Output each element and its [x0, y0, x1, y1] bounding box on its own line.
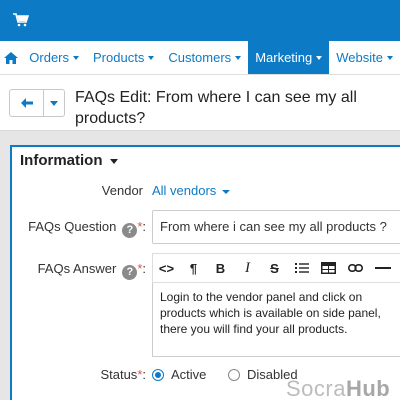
horizontal-rule-icon	[374, 267, 391, 269]
answer-label-text: FAQs Answer	[37, 261, 117, 276]
radio-unchecked-icon	[228, 368, 240, 381]
home-icon	[4, 51, 19, 64]
bullet-list-icon	[294, 263, 309, 273]
help-icon[interactable]: ?	[122, 223, 138, 238]
arrow-left-icon	[20, 98, 33, 108]
nav-home[interactable]	[0, 41, 22, 74]
vendor-value: All vendors	[152, 183, 217, 198]
paragraph-icon: ¶	[189, 260, 198, 276]
table-icon	[321, 262, 336, 274]
nav-website[interactable]: Website	[329, 41, 400, 74]
code-icon: <>	[158, 260, 175, 276]
italic-icon: I	[245, 259, 250, 276]
help-icon[interactable]: ?	[122, 265, 138, 280]
strikethrough-icon: S	[270, 260, 279, 276]
chevron-down-icon	[316, 55, 323, 60]
vendor-select[interactable]: All vendors	[152, 183, 231, 198]
nav-website-label: Website	[336, 50, 383, 65]
chevron-down-icon	[50, 100, 58, 106]
bold-icon: B	[215, 260, 226, 276]
cart-icon[interactable]	[13, 13, 29, 27]
nav-orders[interactable]: Orders	[22, 41, 86, 74]
status-label-text: Status	[100, 367, 138, 382]
nav-marketing[interactable]: Marketing	[248, 41, 330, 74]
faq-answer-editor[interactable]: Login to the vendor panel and click on p…	[152, 283, 400, 357]
back-button[interactable]	[10, 90, 44, 116]
faq-question-input[interactable]: From where i can see my all products ?	[152, 210, 400, 244]
nav-customers-label: Customers	[168, 50, 232, 65]
watermark-part2: Hub	[345, 376, 391, 400]
status-active-radio[interactable]: Active	[152, 367, 206, 382]
question-label-text: FAQs Question	[28, 219, 117, 234]
panel-title-text: Information	[20, 152, 103, 169]
watermark-part1: Socra	[286, 376, 346, 400]
question-label: FAQs Question? *:	[28, 219, 146, 238]
back-dropdown-button[interactable]	[44, 90, 64, 116]
nav-orders-label: Orders	[29, 50, 70, 65]
horizontal-rule-button[interactable]	[369, 254, 396, 282]
back-button-group	[9, 89, 65, 117]
page-title: FAQs Edit: From where I can see my all p…	[75, 89, 357, 127]
required-marker: *	[137, 261, 143, 276]
radio-checked-icon	[152, 368, 164, 381]
status-active-label: Active	[171, 367, 207, 382]
table-button[interactable]	[315, 254, 342, 282]
italic-button[interactable]: I	[234, 254, 261, 282]
main-nav: Orders Products Customers Marketing Webs…	[0, 41, 400, 75]
required-marker: *	[137, 367, 143, 382]
nav-products-label: Products	[93, 50, 145, 65]
watermark-logo: SocraHub	[286, 376, 390, 400]
chevron-down-icon	[222, 189, 231, 194]
chevron-down-icon	[387, 55, 393, 60]
chevron-down-icon	[73, 55, 80, 60]
nav-customers[interactable]: Customers	[161, 41, 248, 74]
chevron-down-icon	[109, 158, 118, 164]
code-view-button[interactable]: <>	[153, 254, 180, 282]
nav-marketing-label: Marketing	[255, 50, 313, 65]
editor-toolbar: <> ¶ B I S	[152, 253, 400, 283]
chevron-down-icon	[235, 55, 242, 60]
bold-button[interactable]: B	[207, 254, 234, 282]
strikethrough-button[interactable]: S	[261, 254, 288, 282]
bullet-list-button[interactable]	[288, 254, 315, 282]
chevron-down-icon	[148, 55, 155, 60]
vendor-label: Vendor	[101, 183, 143, 198]
nav-products[interactable]: Products	[86, 41, 161, 74]
top-bar	[0, 0, 400, 41]
paragraph-button[interactable]: ¶	[180, 254, 207, 282]
required-marker: *	[137, 219, 143, 234]
panel-title[interactable]: Information	[20, 152, 118, 169]
status-label: Status*:	[100, 367, 146, 382]
answer-label: FAQs Answer? *:	[37, 261, 146, 280]
link-button[interactable]	[342, 254, 369, 282]
link-icon	[348, 263, 363, 273]
